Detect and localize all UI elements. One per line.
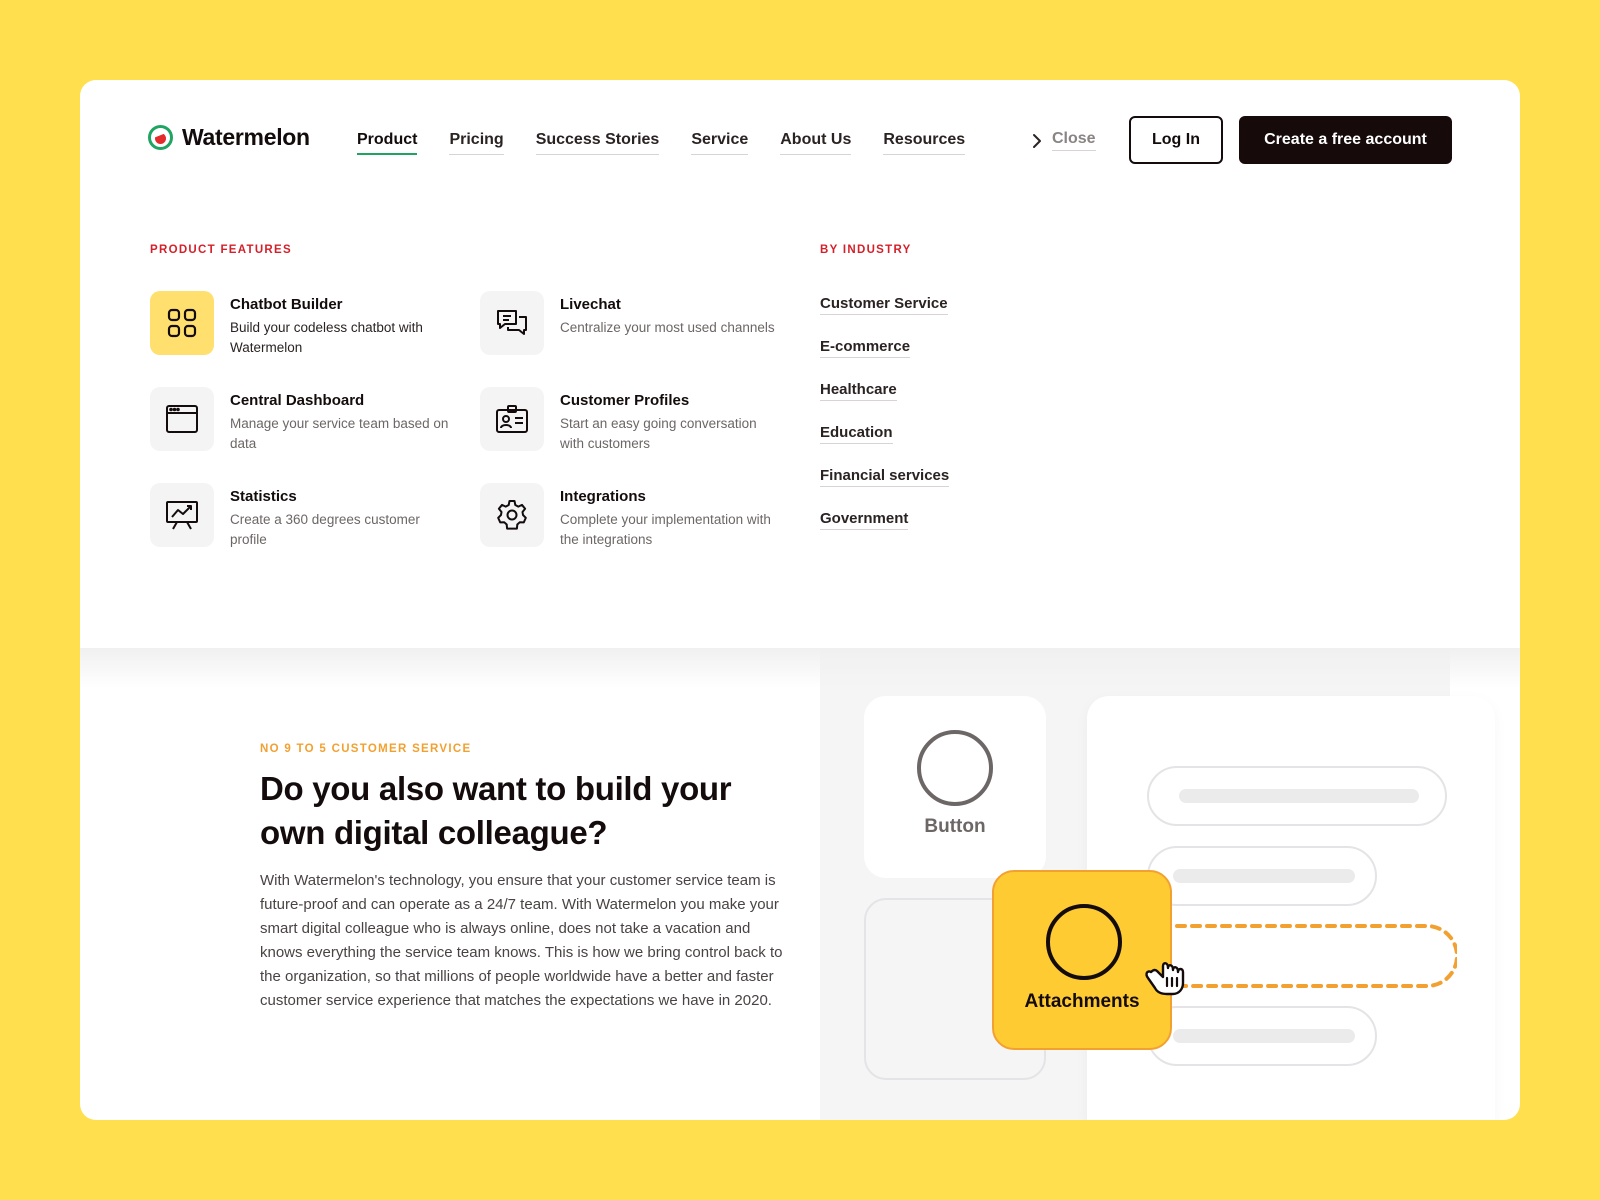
feature-title: Statistics	[230, 488, 297, 505]
industry-link-e-commerce[interactable]: E-commerce	[820, 338, 911, 358]
placeholder-bar	[1173, 1029, 1355, 1043]
feature-title: Integrations	[560, 488, 646, 505]
feature-description: Complete your implementation with the in…	[560, 512, 771, 547]
login-button[interactable]: Log In	[1129, 116, 1223, 164]
feature-description: Centralize your most used channels	[560, 320, 775, 335]
feature-livechat[interactable]: Livechat Centralize your most used chann…	[480, 291, 780, 355]
watermelon-logo-icon	[148, 125, 173, 150]
grab-cursor-icon	[1145, 962, 1185, 996]
hero-headline: Do you also want to build your own digit…	[260, 770, 732, 851]
circle-icon	[917, 730, 993, 806]
by-industry-heading: BY INDUSTRY	[820, 244, 912, 256]
nav-item-product[interactable]: Product	[357, 131, 418, 155]
hero-eyebrow: NO 9 TO 5 CUSTOMER SERVICE	[260, 743, 472, 755]
form-field-placeholder	[1147, 1006, 1377, 1066]
feature-title: Central Dashboard	[230, 392, 365, 409]
product-features-heading: PRODUCT FEATURES	[150, 244, 292, 256]
form-field-placeholder	[1147, 766, 1447, 826]
placeholder-bar	[1179, 789, 1419, 803]
industry-link-government[interactable]: Government	[820, 510, 909, 530]
menu-divider-shadow	[80, 648, 1520, 688]
button-tile: Button	[864, 696, 1046, 878]
feature-title: Chatbot Builder	[230, 296, 343, 313]
chevron-right-icon	[1033, 133, 1041, 148]
presentation-chart-icon	[150, 483, 214, 547]
page-card: Watermelon Product Pricing Success Stori…	[80, 80, 1520, 1120]
nav-item-success-stories[interactable]: Success Stories	[535, 131, 660, 155]
feature-statistics[interactable]: Statistics Create a 360 degrees customer…	[150, 483, 450, 550]
nav-item-service[interactable]: Service	[691, 131, 749, 155]
feature-title: Livechat	[560, 296, 621, 313]
hero-body: With Watermelon's technology, you ensure…	[260, 872, 783, 1009]
grid-icon	[150, 291, 214, 355]
industry-link-education[interactable]: Education	[820, 424, 893, 444]
placeholder-bar	[1173, 869, 1355, 883]
nav-item-pricing[interactable]: Pricing	[449, 131, 504, 155]
feature-title: Customer Profiles	[560, 392, 690, 409]
nav-item-about-us[interactable]: About Us	[780, 131, 852, 155]
feature-description: Create a 360 degrees customer profile	[230, 512, 420, 547]
nav-item-resources[interactable]: Resources	[883, 131, 966, 155]
button-tile-label: Button	[924, 816, 986, 837]
brand-name: Watermelon	[182, 124, 310, 150]
industry-link-customer-service[interactable]: Customer Service	[820, 295, 948, 315]
close-menu-button[interactable]: Close	[1032, 130, 1096, 151]
circle-icon	[1046, 904, 1122, 980]
industry-link-healthcare[interactable]: Healthcare	[820, 381, 897, 401]
brand-logo[interactable]: Watermelon	[148, 124, 310, 151]
gear-icon	[480, 483, 544, 547]
feature-chatbot-builder[interactable]: Chatbot Builder Build your codeless chat…	[150, 291, 450, 358]
feature-customer-profiles[interactable]: Customer Profiles Start an easy going co…	[480, 387, 780, 454]
chat-bubbles-icon	[480, 291, 544, 355]
id-card-icon	[480, 387, 544, 451]
feature-description: Start an easy going conversation with cu…	[560, 416, 757, 451]
industry-link-financial-services[interactable]: Financial services	[820, 467, 950, 487]
feature-central-dashboard[interactable]: Central Dashboard Manage your service te…	[150, 387, 450, 454]
browser-window-icon	[150, 387, 214, 451]
dashed-drop-target	[1147, 924, 1457, 988]
main-nav: Product Pricing Success Stories Service …	[357, 131, 966, 155]
feature-description: Manage your service team based on data	[230, 416, 449, 451]
feature-integrations[interactable]: Integrations Complete your implementatio…	[480, 483, 780, 550]
feature-description: Build your codeless chatbot with Waterme…	[230, 320, 423, 355]
form-field-placeholder	[1147, 846, 1377, 906]
close-label: Close	[1052, 130, 1096, 151]
create-account-button[interactable]: Create a free account	[1239, 116, 1452, 164]
